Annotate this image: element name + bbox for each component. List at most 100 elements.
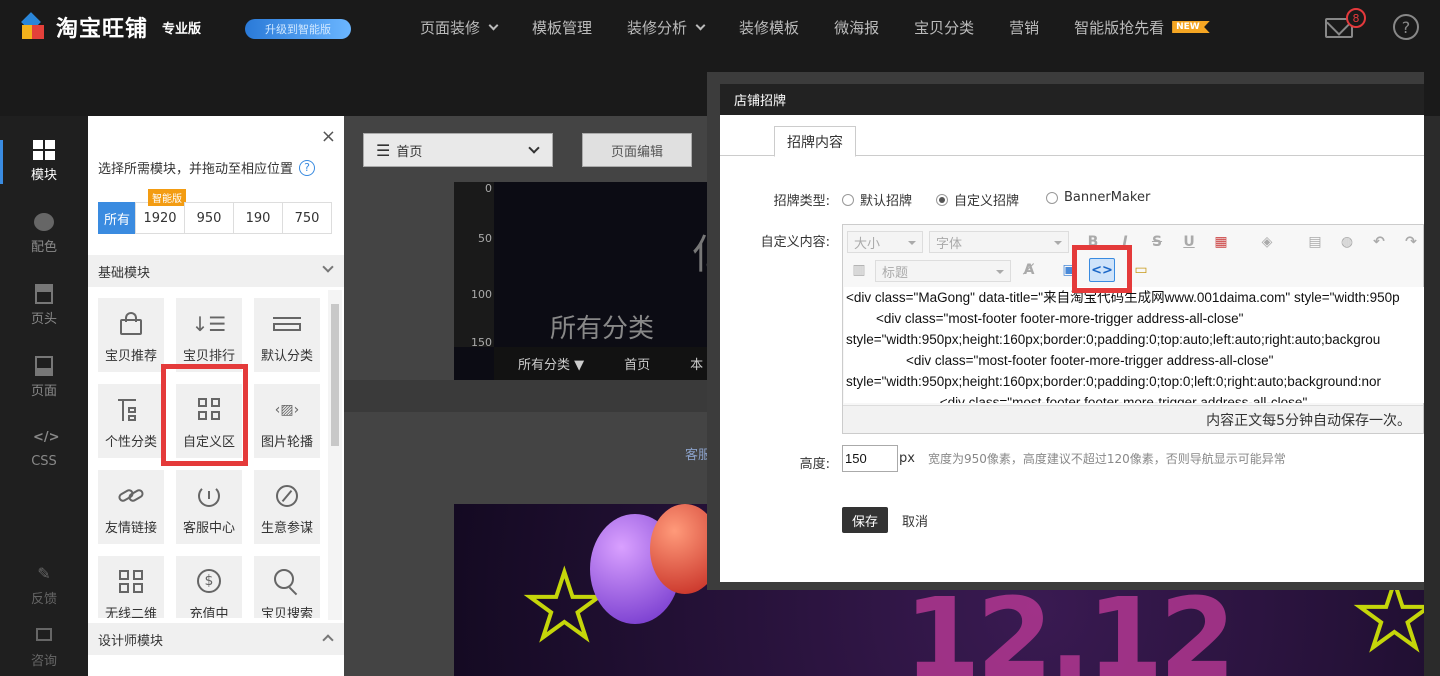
dialog-tabs: 招牌内容 [720, 126, 1424, 157]
module-item-service[interactable]: 客服中心 [176, 470, 242, 544]
chevron-down-icon [322, 261, 334, 273]
nav-smart-preview[interactable]: 智能版抢先看 NEW [1074, 17, 1210, 38]
module-item-search[interactable]: 宝贝搜索 [254, 556, 320, 618]
filter-all[interactable]: 所有 [98, 202, 136, 234]
preview-nav-item[interactable]: 首页 [624, 354, 650, 373]
rail-item-modules[interactable]: 模块 [0, 126, 88, 196]
help-icon[interactable]: ? [1393, 14, 1419, 40]
filter-750[interactable]: 750 [282, 202, 332, 234]
code-icon: </> [33, 429, 60, 445]
mail-count-badge: 8 [1346, 8, 1366, 28]
font-family-select[interactable]: 字体 [929, 231, 1069, 253]
logo-text: 淘宝旺铺 [56, 17, 149, 42]
preview-nav-item[interactable]: 所有分类 ▼ [518, 354, 584, 373]
rail-item-feedback[interactable]: ✎ 反馈 [0, 550, 88, 620]
logo[interactable]: 淘宝旺铺 专业版 [20, 12, 201, 42]
search-icon [272, 569, 302, 596]
code-editor[interactable]: <div class="MaGong" data-title="来自淘宝代码生成… [844, 287, 1424, 403]
highlight-color-icon[interactable]: ◈ [1257, 232, 1277, 252]
filter-190[interactable]: 190 [233, 202, 283, 234]
help-icon[interactable]: ? [299, 159, 316, 176]
tree-icon [116, 397, 146, 423]
filter-1920[interactable]: 智能版 1920 [135, 189, 186, 234]
undo-icon[interactable]: ↶ [1369, 232, 1389, 252]
rail-item-consult[interactable]: 咨询 [0, 612, 88, 676]
module-item-recharge[interactable]: $ 充值中 [176, 556, 242, 618]
nav-marketing[interactable]: 营销 [1009, 17, 1039, 38]
code-line: style="width:950px;height:160px;border:0… [846, 332, 1381, 347]
link-icon [116, 483, 146, 509]
rail-item-css[interactable]: </> CSS [0, 414, 88, 484]
clear-format-icon[interactable]: A̸ [1019, 260, 1039, 280]
nav-label: 模板管理 [532, 18, 593, 37]
section-basic-modules[interactable]: 基础模块 [88, 255, 344, 287]
page-select[interactable]: ☰ 首页 [363, 133, 553, 167]
link-icon[interactable]: ◍ [1337, 232, 1357, 252]
module-item-qrcode[interactable]: 无线二维 [98, 556, 164, 618]
content-label: 自定义内容: [760, 235, 830, 250]
font-color-icon[interactable]: ▦ [1211, 232, 1231, 252]
rail-label: 配色 [30, 239, 57, 255]
module-item-business-advisor[interactable]: 生意参谋 [254, 470, 320, 544]
nav-item-categories[interactable]: 宝贝分类 [914, 17, 974, 38]
toolbar-row-2: ▥ 标题 A̸ ▣ <> ▭ [843, 257, 1425, 287]
new-badge: NEW [1172, 21, 1210, 33]
nav-label: 装修模板 [739, 18, 800, 37]
close-icon[interactable]: × [321, 126, 336, 147]
preview-nav-item[interactable]: 本 [690, 354, 703, 373]
module-item-ranking[interactable]: ↓☰ 宝贝排行 [176, 298, 242, 372]
radio-default-sign[interactable]: 默认招牌 [842, 190, 912, 209]
filter-950[interactable]: 950 [184, 202, 234, 234]
panel-scroll-thumb[interactable] [331, 304, 339, 446]
nav-decoration-analysis[interactable]: 装修分析 [627, 17, 706, 38]
rail-item-colors[interactable]: 配色 [0, 198, 88, 268]
nav-micro-poster[interactable]: 微海报 [834, 17, 879, 38]
nav-label: 智能版抢先看 [1074, 18, 1165, 37]
insert-image-icon[interactable]: ▤ [1305, 232, 1325, 252]
table-icon[interactable]: ▥ [849, 260, 869, 280]
nav-page-decoration[interactable]: 页面装修 [420, 17, 499, 38]
qrcode-icon [116, 569, 146, 595]
radio-label: 自定义招牌 [954, 194, 1020, 209]
rail-item-page[interactable]: 页面 [0, 342, 88, 412]
height-note: 宽度为950像素，高度建议不超过120像素，否则导航显示可能异常 [928, 452, 1286, 466]
section-designer-modules[interactable]: 设计师模块 [88, 623, 344, 655]
nav-decoration-templates[interactable]: 装修模板 [739, 17, 799, 38]
shop-header-preview: 0 50 100 150 亿 所有分类 所有分类 ▼ 首页 本 [454, 182, 724, 380]
nav-template-manage[interactable]: 模板管理 [532, 17, 592, 38]
logo-icon [20, 12, 48, 41]
menu-icon: ☰ [376, 140, 391, 160]
coin-icon: $ [194, 569, 224, 595]
section-label: 设计师模块 [98, 633, 164, 649]
font-size-select[interactable]: 大小 [847, 231, 923, 253]
highlight-source-button [1072, 245, 1132, 293]
module-item-carousel[interactable]: ‹▨› 图片轮播 [254, 384, 320, 458]
carousel-icon: ‹▨› [274, 402, 300, 418]
save-button[interactable]: 保存 [842, 507, 888, 533]
upgrade-button[interactable]: 升级到智能版 [245, 19, 351, 39]
strikethrough-icon[interactable]: S [1147, 232, 1167, 252]
ruler-tick: 50 [478, 232, 492, 245]
module-item-recommend[interactable]: 宝贝推荐 [98, 298, 164, 372]
rail-label: 页头 [30, 311, 57, 327]
module-item-default-category[interactable]: 默认分类 [254, 298, 320, 372]
redo-icon[interactable]: ↷ [1401, 232, 1421, 252]
module-item-links[interactable]: 友情链接 [98, 470, 164, 544]
preview-nav: 所有分类 ▼ 首页 本 [494, 347, 724, 380]
filter-label: 1920 [143, 210, 177, 226]
rail-item-header[interactable]: 页头 [0, 270, 88, 340]
code-line: <div class="most-footer footer-more-trig… [846, 395, 1308, 403]
chevron-down-icon [488, 20, 499, 30]
cancel-button[interactable]: 取消 [902, 507, 928, 533]
tab-sign-content[interactable]: 招牌内容 [774, 126, 856, 157]
page-edit-button[interactable]: 页面编辑 [582, 133, 692, 167]
module-item-custom-category[interactable]: 个性分类 [98, 384, 164, 458]
radio-bannermaker[interactable]: BannerMaker [1046, 190, 1150, 205]
panel-hint: 选择所需模块，并拖动至相应位置 ? [98, 158, 316, 177]
height-input[interactable] [842, 445, 898, 472]
heading-select[interactable]: 标题 [875, 260, 1011, 282]
ranking-icon: ↓☰ [191, 312, 227, 336]
underline-icon[interactable]: U [1179, 232, 1199, 252]
media-icon[interactable]: ▭ [1131, 260, 1151, 280]
radio-custom-sign[interactable]: 自定义招牌 [936, 190, 1019, 209]
